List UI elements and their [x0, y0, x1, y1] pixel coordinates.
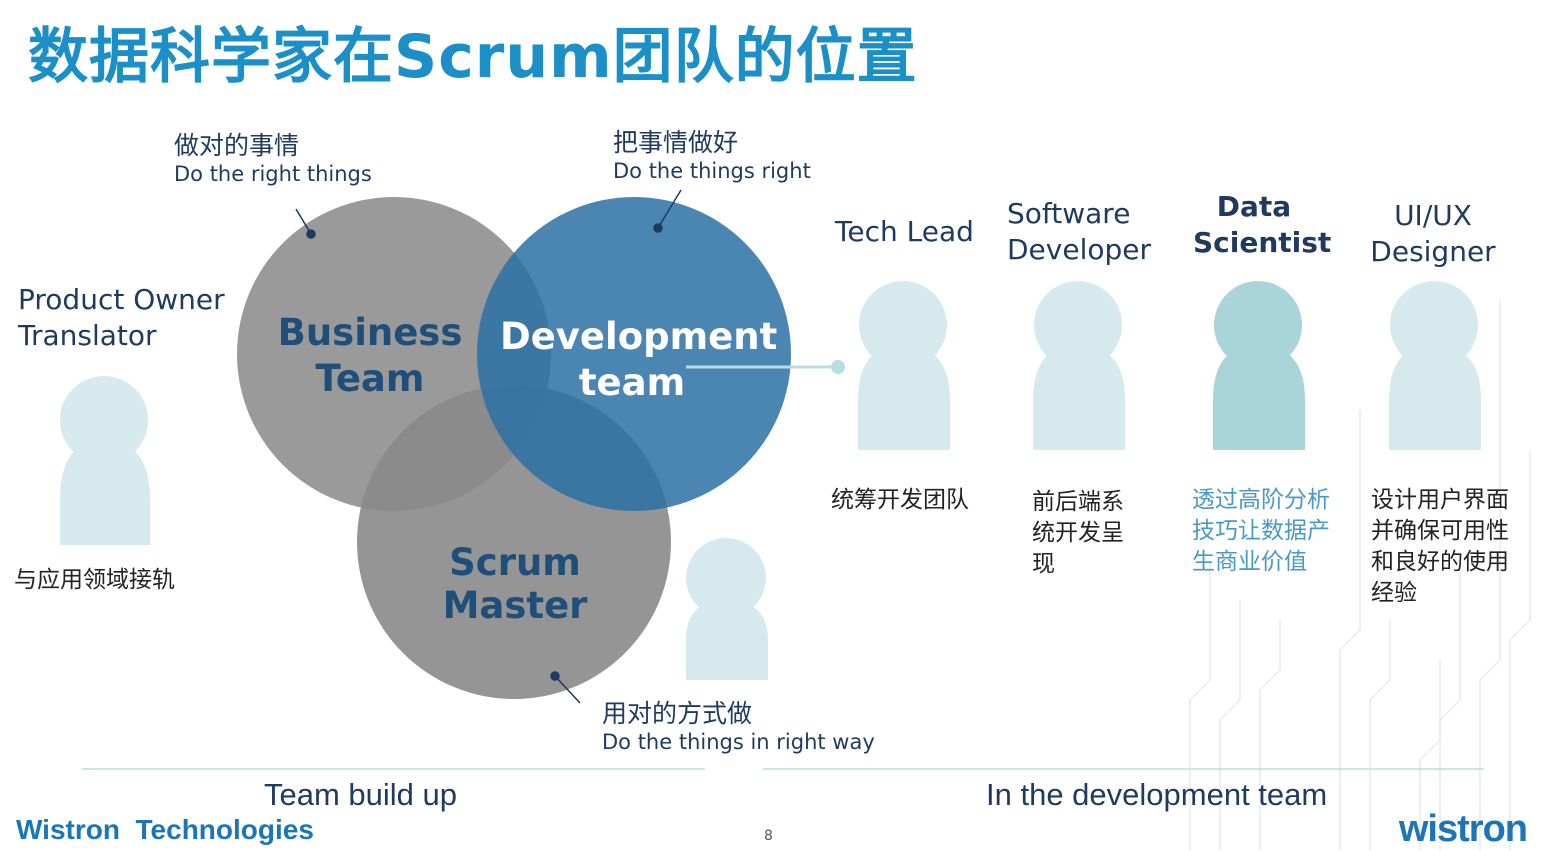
- annotation-right-way: 用对的方式做 Do the things in right way: [602, 694, 875, 754]
- role-ui-ux-designer-desc-line: 和良好的使用: [1371, 549, 1509, 575]
- role-data-scientist-desc-line: 透过高阶分析: [1192, 487, 1330, 513]
- footer-in-development-team: In the development team: [986, 777, 1328, 812]
- role-data-scientist-line1: Data: [1216, 190, 1292, 223]
- product-owner-title: Product Owner Translator: [18, 282, 225, 354]
- role-data-scientist-line2: Scientist: [1193, 226, 1332, 259]
- role-ui-ux-designer-desc-line: 经验: [1371, 580, 1417, 606]
- role-ui-ux-designer-desc-line: 设计用户界面: [1371, 487, 1509, 513]
- scrum-master-label: Scrum Master: [442, 541, 588, 627]
- role-software-developer-desc-line: 现: [1032, 551, 1055, 577]
- person-icon-ui-ux-designer: [1389, 281, 1481, 450]
- wistron-logo: wistron: [1398, 808, 1528, 850]
- role-software-developer-desc-line: 前后端系: [1032, 489, 1124, 515]
- annotation-things-right-cn: 把事情做好: [613, 128, 739, 157]
- role-tech-lead-desc-line: 统筹开发团队: [831, 487, 969, 513]
- role-ui-ux-designer-line1: UI/UX: [1394, 199, 1472, 232]
- business-team-line2: Team: [315, 357, 425, 400]
- person-icon-scrum-master: [686, 538, 768, 680]
- role-data-scientist-title: Data Scientist: [1193, 189, 1332, 261]
- annotation-things-right: 把事情做好 Do the things right: [613, 123, 811, 183]
- development-team-label: Development team: [500, 314, 778, 406]
- development-team-line1: Development: [500, 315, 778, 358]
- annotation-things-right-en: Do the things right: [613, 159, 811, 183]
- business-team-line1: Business: [277, 311, 463, 354]
- page-number: 8: [764, 828, 773, 844]
- role-software-developer-line1: Software: [1007, 197, 1131, 230]
- connector-dot: [831, 360, 845, 374]
- person-icon-tech-lead: [858, 281, 950, 450]
- product-owner-line2: Translator: [18, 319, 157, 352]
- role-software-developer-desc: 前后端系 统开发呈 现: [1032, 487, 1124, 580]
- role-ui-ux-designer-desc: 设计用户界面 并确保可用性 和良好的使用 经验: [1371, 485, 1509, 609]
- role-ui-ux-designer-desc-line: 并确保可用性: [1371, 518, 1509, 544]
- role-data-scientist-desc: 透过高阶分析 技巧让数据产 生商业价值: [1192, 485, 1330, 578]
- role-data-scientist-desc-line: 技巧让数据产: [1192, 518, 1330, 544]
- role-software-developer-desc-line: 统开发呈: [1032, 520, 1124, 546]
- business-team-label: Business Team: [270, 310, 470, 402]
- role-tech-lead-title: Tech Lead: [835, 214, 974, 250]
- role-tech-lead-line1: Tech Lead: [835, 215, 974, 248]
- development-team-line2: team: [578, 361, 686, 404]
- annotation-right-things: 做对的事情 Do the right things: [174, 126, 372, 186]
- person-icon-product-owner: [60, 376, 150, 545]
- brand-text: Wistron Technologies: [16, 814, 314, 845]
- footer-team-build-up: Team build up: [264, 777, 458, 812]
- annotation-right-way-en: Do the things in right way: [602, 730, 875, 754]
- annotation-right-things-cn: 做对的事情: [174, 131, 300, 160]
- role-ui-ux-designer-line2: Designer: [1370, 235, 1496, 268]
- product-owner-line1: Product Owner: [18, 283, 225, 316]
- role-tech-lead-desc: 统筹开发团队: [831, 485, 969, 516]
- annotation-right-things-en: Do the right things: [174, 162, 372, 186]
- person-icon-data-scientist: [1213, 281, 1305, 450]
- role-software-developer-title: Software Developer: [1007, 196, 1151, 268]
- annotation-right-way-cn: 用对的方式做: [602, 699, 753, 728]
- role-data-scientist-desc-line: 生商业价值: [1192, 549, 1307, 575]
- product-owner-desc: 与应用领域接轨: [14, 567, 175, 593]
- role-software-developer-line2: Developer: [1007, 233, 1152, 266]
- role-ui-ux-designer-title: UI/UX Designer: [1370, 198, 1496, 270]
- person-icon-software-developer: [1033, 281, 1125, 450]
